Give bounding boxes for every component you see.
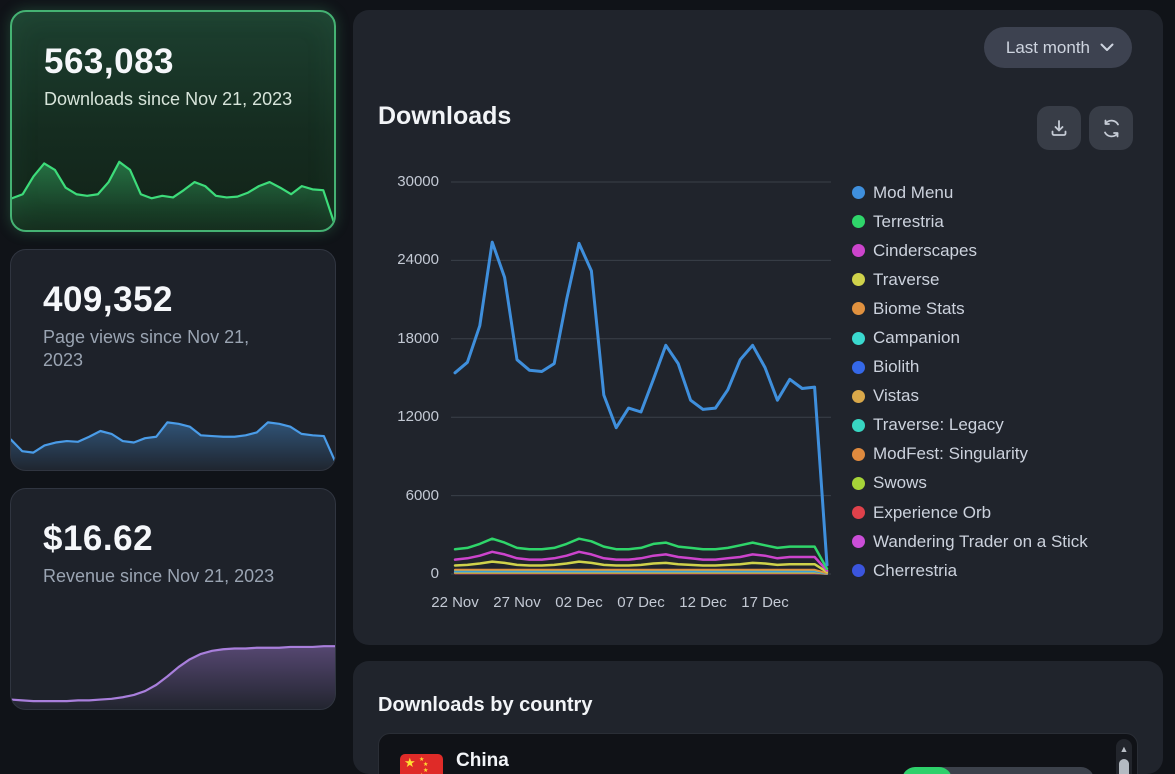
- revenue-stat-text: $16.62 Revenue since Nov 21, 2023: [11, 489, 335, 588]
- page-views-stat-label: Page views since Nov 21, 2023: [43, 326, 293, 373]
- legend-dot: [852, 273, 865, 286]
- period-selector-dropdown[interactable]: Last month: [984, 27, 1132, 68]
- legend-dot: [852, 332, 865, 345]
- x-axis-tick-label: 02 Dec: [544, 594, 614, 611]
- country-progress-fill: [902, 767, 952, 774]
- page-views-stat-card: 409,352 Page views since Nov 21, 2023: [10, 249, 336, 471]
- legend-dot: [852, 477, 865, 490]
- downloads-sparkline: [12, 140, 334, 230]
- china-flag-icon: ★ ★ ★ ★ ★: [400, 754, 443, 774]
- downloads-chart: Mod Menu Terrestria Cinderscapes Traverse Bi…: [353, 176, 1163, 626]
- downloads-stat-card: 563,083 Downloads since Nov 21, 2023: [10, 10, 336, 232]
- chart-legend: Mod Menu Terrestria Cinderscapes Traverse Bi…: [852, 178, 1088, 585]
- legend-label: Vistas: [873, 386, 919, 406]
- y-axis-tick-label: 0: [353, 565, 439, 582]
- legend-item[interactable]: Cinderscapes: [852, 236, 1088, 265]
- downloads-stat-text: 563,083 Downloads since Nov 21, 2023: [12, 12, 334, 111]
- y-axis-tick-label: 24000: [353, 251, 439, 268]
- legend-dot: [852, 419, 865, 432]
- legend-dot: [852, 215, 865, 228]
- x-axis-tick-label: 17 Dec: [730, 594, 800, 611]
- country-list: ★ ★ ★ ★ ★ China ▲: [378, 733, 1138, 774]
- revenue-stat-label: Revenue since Nov 21, 2023: [43, 565, 293, 588]
- legend-dot: [852, 535, 865, 548]
- legend-dot: [852, 186, 865, 199]
- scrollbar-up-icon[interactable]: ▲: [1116, 739, 1132, 754]
- downloads-chart-plot[interactable]: [451, 176, 831, 578]
- downloads-by-country-panel: Downloads by country ★ ★ ★ ★ ★ China: [353, 661, 1163, 774]
- legend-dot: [852, 448, 865, 461]
- main-column: Last month Downloads: [353, 10, 1163, 774]
- legend-item[interactable]: Swows: [852, 469, 1088, 498]
- period-selector-label: Last month: [1006, 38, 1090, 58]
- country-list-scrollbar[interactable]: ▲: [1116, 739, 1132, 774]
- country-name: China: [456, 750, 509, 772]
- legend-label: Biolith: [873, 357, 919, 377]
- legend-label: Mod Menu: [873, 183, 953, 203]
- x-axis-tick-label: 27 Nov: [482, 594, 552, 611]
- legend-label: Biome Stats: [873, 299, 965, 319]
- stat-card-column: 563,083 Downloads since Nov 21, 2023 409…: [10, 10, 336, 774]
- legend-dot: [852, 390, 865, 403]
- y-axis-tick-label: 6000: [353, 487, 439, 504]
- legend-item[interactable]: ModFest: Singularity: [852, 440, 1088, 469]
- legend-item[interactable]: Terrestria: [852, 207, 1088, 236]
- country-row: ★ ★ ★ ★ ★ China: [379, 734, 1137, 774]
- legend-label: ModFest: Singularity: [873, 444, 1028, 464]
- page-views-sparkline: [11, 390, 335, 470]
- refresh-icon: [1101, 118, 1122, 139]
- legend-item[interactable]: Experience Orb: [852, 498, 1088, 527]
- legend-dot: [852, 302, 865, 315]
- revenue-stat-card: $16.62 Revenue since Nov 21, 2023: [10, 488, 336, 710]
- x-axis-tick-label: 07 Dec: [606, 594, 676, 611]
- scrollbar-thumb[interactable]: [1119, 759, 1129, 774]
- download-icon: [1049, 118, 1069, 138]
- country-progress-bar: [902, 767, 1094, 774]
- revenue-stat-value: $16.62: [43, 519, 335, 559]
- legend-label: Campanion: [873, 328, 960, 348]
- legend-label: Traverse: Legacy: [873, 415, 1004, 435]
- legend-label: Cinderscapes: [873, 241, 977, 261]
- legend-item[interactable]: Campanion: [852, 323, 1088, 352]
- y-axis-tick-label: 12000: [353, 408, 439, 425]
- downloads-panel-title: Downloads: [378, 102, 511, 131]
- legend-label: Cherrestria: [873, 561, 957, 581]
- legend-item[interactable]: Biome Stats: [852, 294, 1088, 323]
- x-axis-tick-label: 12 Dec: [668, 594, 738, 611]
- legend-label: Wandering Trader on a Stick: [873, 532, 1088, 552]
- chevron-down-icon: [1100, 43, 1114, 52]
- legend-item[interactable]: Traverse: [852, 265, 1088, 294]
- legend-item[interactable]: Cherrestria: [852, 556, 1088, 585]
- page-views-stat-text: 409,352 Page views since Nov 21, 2023: [11, 250, 335, 373]
- legend-dot: [852, 361, 865, 374]
- x-axis-tick-label: 22 Nov: [420, 594, 490, 611]
- page-views-stat-value: 409,352: [43, 280, 335, 320]
- legend-item[interactable]: Biolith: [852, 353, 1088, 382]
- flag-star: ★: [404, 756, 416, 769]
- refresh-button[interactable]: [1089, 106, 1133, 150]
- revenue-sparkline: [11, 623, 335, 709]
- export-download-button[interactable]: [1037, 106, 1081, 150]
- legend-label: Terrestria: [873, 212, 944, 232]
- dashboard: 563,083 Downloads since Nov 21, 2023 409…: [0, 0, 1175, 774]
- legend-item[interactable]: Mod Menu: [852, 178, 1088, 207]
- downloads-stat-label: Downloads since Nov 21, 2023: [44, 88, 294, 111]
- legend-dot: [852, 564, 865, 577]
- legend-label: Traverse: [873, 270, 939, 290]
- legend-item[interactable]: Vistas: [852, 382, 1088, 411]
- legend-dot: [852, 244, 865, 257]
- legend-label: Experience Orb: [873, 503, 991, 523]
- chart-actions: [1037, 106, 1133, 150]
- downloads-stat-value: 563,083: [44, 42, 334, 82]
- legend-dot: [852, 506, 865, 519]
- y-axis-tick-label: 18000: [353, 330, 439, 347]
- legend-item[interactable]: Traverse: Legacy: [852, 411, 1088, 440]
- y-axis-tick-label: 30000: [353, 173, 439, 190]
- downloads-panel: Last month Downloads: [353, 10, 1163, 645]
- country-panel-title: Downloads by country: [378, 694, 592, 717]
- legend-item[interactable]: Wandering Trader on a Stick: [852, 527, 1088, 556]
- legend-label: Swows: [873, 473, 927, 493]
